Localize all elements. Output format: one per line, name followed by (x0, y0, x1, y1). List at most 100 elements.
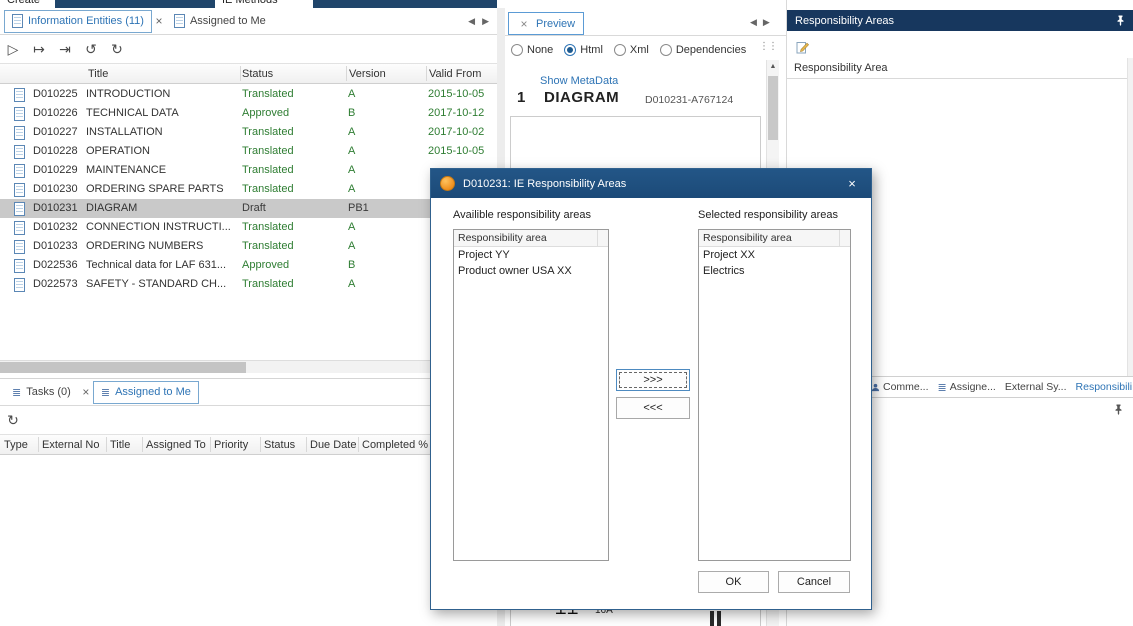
table-row[interactable]: D010228 OPERATION Translated A 2015-10-0… (0, 142, 497, 161)
splitter-grip-icon[interactable]: ⋮⋮ (759, 41, 777, 52)
close-tab-icon[interactable]: × (79, 385, 93, 399)
row-version: B (348, 107, 355, 119)
table-row[interactable]: D010226 TECHNICAL DATA Approved B 2017-1… (0, 104, 497, 123)
undo-icon[interactable]: ↺ (83, 41, 99, 57)
tab-comments[interactable]: Comme... (871, 381, 929, 393)
grid-column-header[interactable]: Responsibility Area (794, 62, 888, 74)
scroll-up-icon[interactable]: ▲ (767, 60, 779, 74)
diagram-fragment-bar (710, 611, 714, 626)
radio-dependencies[interactable]: Dependencies (660, 44, 746, 56)
listbox-header[interactable]: Responsibility area (699, 230, 850, 247)
table-row[interactable]: D010229 MAINTENANCE Translated A (0, 161, 497, 180)
col-status[interactable]: Status (242, 68, 273, 80)
scrollbar-thumb[interactable] (0, 362, 246, 373)
row-title: DIAGRAM (86, 202, 137, 214)
table-row[interactable]: D010225 INTRODUCTION Translated A 2015-1… (0, 85, 497, 104)
row-valid-from: 2017-10-12 (428, 107, 484, 119)
list-icon: ≣ (938, 381, 947, 394)
tab-label: Responsibili... (1076, 381, 1133, 393)
table-row[interactable]: D010230 ORDERING SPARE PARTS Translated … (0, 180, 497, 199)
nav-prev-icon[interactable]: ◀ (468, 16, 475, 27)
ok-button[interactable]: OK (698, 571, 769, 593)
grid-header-divider (787, 78, 1127, 79)
pin-icon[interactable] (1113, 404, 1124, 418)
refresh-icon[interactable]: ↻ (109, 41, 125, 57)
tab-assigned[interactable]: ≣ Assigne... (938, 381, 996, 394)
scrollbar-thumb[interactable] (768, 76, 778, 140)
tab-tasks[interactable]: ≣ Tasks (0) (4, 381, 79, 404)
row-version: A (348, 164, 355, 176)
table-row-selected[interactable]: D010231 DIAGRAM Draft PB1 (0, 199, 497, 218)
list-item[interactable]: Electrics (699, 263, 850, 279)
radio-none[interactable]: None (511, 44, 553, 56)
table-row[interactable]: D022536 Technical data for LAF 631... Ap… (0, 256, 497, 275)
close-tab-icon[interactable]: × (517, 17, 531, 31)
edit-icon[interactable] (792, 37, 814, 57)
document-icon (14, 164, 25, 178)
nav-next-icon[interactable]: ▶ (763, 17, 770, 28)
selected-areas-listbox[interactable]: Responsibility area Project XX Electrics (698, 229, 851, 561)
tab-preview[interactable]: × Preview (508, 12, 584, 35)
list-item[interactable]: Project YY (454, 247, 608, 263)
close-tab-icon[interactable]: × (152, 14, 166, 28)
cancel-button[interactable]: Cancel (778, 571, 850, 593)
table-row[interactable]: D022573 SAFETY - STANDARD CH... Translat… (0, 275, 497, 294)
col-version[interactable]: Version (349, 68, 386, 80)
table-row[interactable]: D010232 CONNECTION INSTRUCTI... Translat… (0, 218, 497, 237)
radio-xml[interactable]: Xml (614, 44, 649, 56)
document-icon (14, 183, 25, 197)
tab-information-entities[interactable]: Information Entities (11) (4, 10, 152, 33)
col-title[interactable]: Title (88, 68, 108, 80)
refresh-icon[interactable]: ↻ (5, 412, 21, 428)
move-right-button[interactable]: >>> (616, 369, 690, 391)
dialog-title: D010231: IE Responsibility Areas (463, 178, 626, 190)
list-item[interactable]: Product owner USA XX (454, 263, 608, 279)
move-left-button[interactable]: <<< (616, 397, 690, 419)
right-panel-scrollbar[interactable] (1127, 58, 1133, 376)
row-title: OPERATION (86, 145, 150, 157)
table-row[interactable]: D010233 ORDERING NUMBERS Translated A (0, 237, 497, 256)
row-title: INSTALLATION (86, 126, 163, 138)
tab-assigned-to-me-tasks[interactable]: ≣ Assigned to Me (93, 381, 199, 404)
col-title[interactable]: Title (110, 439, 130, 451)
row-version: A (348, 240, 355, 252)
tab-label: Preview (536, 18, 575, 30)
horizontal-scrollbar[interactable] (0, 360, 497, 373)
column-divider (142, 437, 143, 452)
row-id: D010228 (33, 145, 78, 157)
column-divider (346, 66, 347, 81)
col-external-no[interactable]: External No (42, 439, 99, 451)
document-icon (12, 14, 23, 28)
list-item[interactable]: Project XX (699, 247, 850, 263)
document-icon (14, 88, 25, 102)
column-divider (240, 66, 241, 81)
available-areas-listbox[interactable]: Responsibility area Project YY Product o… (453, 229, 609, 561)
open-icon[interactable]: ▷ (5, 41, 21, 57)
tab-assigned-to-me[interactable]: Assigned to Me (166, 10, 274, 33)
checkout-icon[interactable]: ↦ (31, 41, 47, 57)
tab-responsibility[interactable]: Responsibili... (1076, 381, 1133, 393)
heading-number: 1 (517, 89, 525, 106)
document-icon (14, 145, 25, 159)
dialog-titlebar[interactable]: D010231: IE Responsibility Areas × (431, 169, 871, 198)
col-status[interactable]: Status (264, 439, 295, 451)
col-valid-from[interactable]: Valid From (429, 68, 481, 80)
pin-icon[interactable] (1115, 15, 1126, 26)
show-metadata-link[interactable]: Show MetaData (540, 75, 618, 87)
checkin-icon[interactable]: ⇥ (57, 41, 73, 57)
nav-prev-icon[interactable]: ◀ (750, 17, 757, 28)
nav-next-icon[interactable]: ▶ (482, 16, 489, 27)
row-version: A (348, 126, 355, 138)
listbox-header[interactable]: Responsibility area (454, 230, 608, 247)
radio-html[interactable]: Html (564, 44, 603, 56)
col-assigned-to[interactable]: Assigned To (146, 439, 206, 451)
column-divider (38, 437, 39, 452)
col-type[interactable]: Type (4, 439, 28, 451)
table-row[interactable]: D010227 INSTALLATION Translated A 2017-1… (0, 123, 497, 142)
col-completed[interactable]: Completed % (362, 439, 428, 451)
col-priority[interactable]: Priority (214, 439, 248, 451)
col-due-date[interactable]: Due Date (310, 439, 356, 451)
ribbon-ie-methods-label: IE Methods (222, 0, 278, 6)
tab-external-systems[interactable]: External Sy... (1005, 381, 1067, 393)
dialog-close-icon[interactable]: × (842, 176, 862, 191)
